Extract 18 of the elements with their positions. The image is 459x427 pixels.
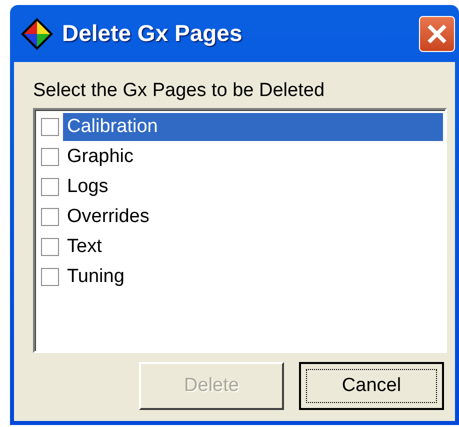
checkbox[interactable] xyxy=(41,208,59,226)
checkbox[interactable] xyxy=(41,118,59,136)
dialog-button[interactable]: Cancel xyxy=(299,362,444,410)
window-title: Delete Gx Pages xyxy=(62,20,244,47)
list-item[interactable]: Graphic xyxy=(63,143,138,171)
checkbox[interactable] xyxy=(41,268,59,286)
list-item[interactable]: Calibration xyxy=(63,113,443,141)
checkbox[interactable] xyxy=(41,178,59,196)
list-item[interactable]: Text xyxy=(63,233,106,261)
close-icon xyxy=(426,22,448,44)
list-item[interactable]: Tuning xyxy=(63,263,128,291)
close-button[interactable] xyxy=(419,16,455,52)
checkbox[interactable] xyxy=(41,148,59,166)
list-item[interactable]: Overrides xyxy=(63,203,154,231)
checkbox[interactable] xyxy=(41,238,59,256)
instruction-text: Select the Gx Pages to be Deleted xyxy=(33,80,326,102)
list-item[interactable]: Logs xyxy=(63,173,112,201)
app-icon xyxy=(20,16,54,50)
